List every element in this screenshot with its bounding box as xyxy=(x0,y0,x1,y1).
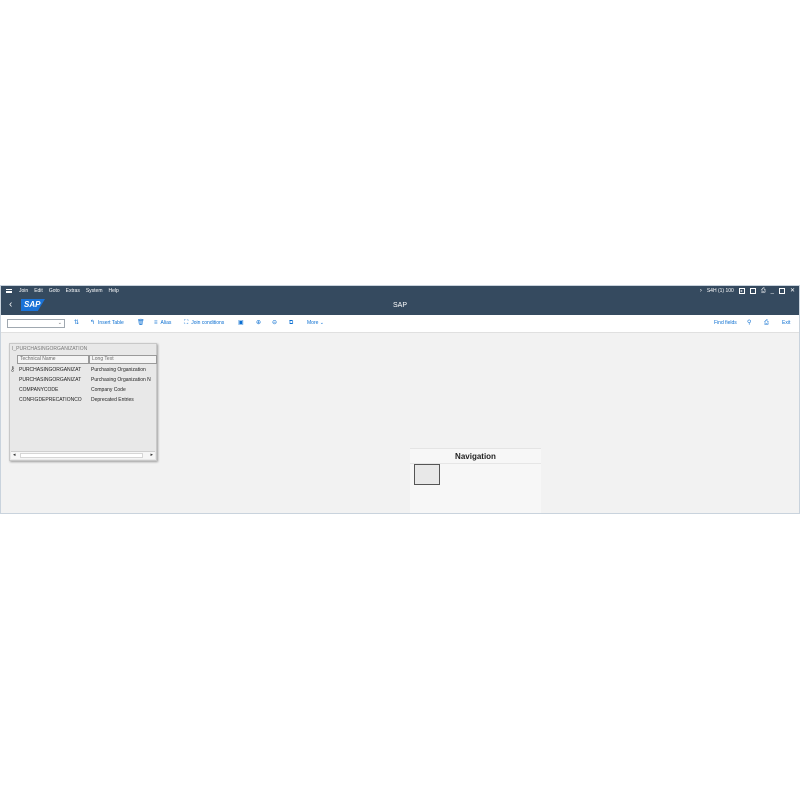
table-row[interactable]: CONFIGDEPRECATIONCO Deprecated Entries xyxy=(17,395,157,405)
menu-system[interactable]: System xyxy=(86,286,103,296)
navigation-viewport[interactable] xyxy=(414,464,440,485)
menu-goto[interactable]: Goto xyxy=(49,286,60,296)
technical-name-cell: PURCHASINGORGANIZAT xyxy=(19,367,82,373)
long-text-cell: Purchasing Organization N xyxy=(91,377,151,383)
table-card[interactable]: I_PURCHASINGORGANIZATION Technical Name … xyxy=(9,343,157,461)
shell-bar: ‹ SAP SAP xyxy=(1,296,799,315)
navigation-panel: Navigation xyxy=(410,448,541,513)
horizontal-scrollbar[interactable]: ◂ ▸ xyxy=(11,451,155,459)
long-text-cell: Company Code xyxy=(91,387,126,393)
application-toolbar: ⌄ ⇅ ↰ Insert Table 🗑 ≡ Alias ⛶ Join conditi… xyxy=(1,315,799,333)
shell-title: SAP xyxy=(392,302,407,309)
hamburger-menu-icon[interactable] xyxy=(6,289,12,293)
session-info: S4H (1) 100 xyxy=(706,288,734,294)
scroll-right-icon[interactable]: ▸ xyxy=(150,452,153,459)
scrollbar-thumb[interactable] xyxy=(20,453,143,458)
key-icon: ⚷ xyxy=(10,366,16,373)
long-text-cell: Purchasing Organization xyxy=(91,367,146,373)
technical-name-cell: CONFIGDEPRECATIONCO xyxy=(19,397,82,403)
close-icon[interactable]: ✕ xyxy=(790,286,795,296)
document-icon[interactable] xyxy=(749,288,756,294)
zoom-out-icon[interactable]: ⊖ xyxy=(272,315,280,332)
alias-icon: ≡ xyxy=(154,320,158,326)
join-conditions-button[interactable]: ⛶ Join conditions xyxy=(184,315,224,332)
table-row[interactable]: PURCHASINGORGANIZAT Purchasing Organizat… xyxy=(17,365,157,375)
technical-name-cell: PURCHASINGORGANIZAT xyxy=(19,377,82,383)
column-header-long-text: Long Text xyxy=(89,355,157,364)
print-preview-icon[interactable]: ⎙ xyxy=(764,315,772,332)
zoom-in-icon[interactable]: ⊕ xyxy=(256,315,264,332)
insert-table-button[interactable]: ↰ Insert Table xyxy=(90,315,124,332)
alias-button[interactable]: ≡ Alias xyxy=(154,315,171,332)
join-icon: ⛶ xyxy=(184,320,189,326)
delete-icon[interactable]: 🗑 xyxy=(137,315,148,332)
sap-window: Join Edit Goto Extras System Help › S4H … xyxy=(0,285,800,514)
long-text-cell: Deprecated Entries xyxy=(91,397,134,403)
chevron-down-icon: ⌄ xyxy=(57,320,62,326)
table-row[interactable]: PURCHASINGORGANIZAT Purchasing Organizat… xyxy=(17,375,157,385)
fit-to-screen-icon[interactable]: ▣ xyxy=(238,315,247,332)
table-header: Technical Name Long Text xyxy=(17,355,157,364)
command-field-dropdown[interactable]: ⌄ xyxy=(7,319,65,328)
scroll-left-icon[interactable]: ◂ xyxy=(13,452,16,459)
menu-extras[interactable]: Extras xyxy=(66,286,80,296)
menu-join[interactable]: Join xyxy=(19,286,28,296)
insert-table-icon: ↰ xyxy=(90,320,96,326)
menu-bar: Join Edit Goto Extras System Help › S4H … xyxy=(1,286,799,296)
table-row[interactable]: COMPANYCODE Company Code xyxy=(17,385,157,395)
technical-name-cell: COMPANYCODE xyxy=(19,387,59,393)
find-fields-button[interactable]: Find fields xyxy=(714,315,737,332)
column-header-technical-name: Technical Name xyxy=(17,355,89,364)
field-list: PURCHASINGORGANIZAT Purchasing Organizat… xyxy=(17,365,157,405)
overview-icon[interactable]: ⧉ xyxy=(289,315,296,332)
restore-icon[interactable] xyxy=(778,288,785,294)
chevron-right-icon[interactable]: › xyxy=(700,286,702,296)
print-icon[interactable]: ⎙ xyxy=(761,286,766,296)
menu-edit[interactable]: Edit xyxy=(34,286,43,296)
menu-help[interactable]: Help xyxy=(109,286,119,296)
minimize-icon[interactable]: _ xyxy=(771,286,774,296)
search-icon[interactable]: ⚲ xyxy=(747,315,754,332)
chevron-down-icon: ⌄ xyxy=(319,320,324,326)
layout-icon[interactable]: ⇅ xyxy=(74,315,82,332)
play-icon[interactable]: ▸ xyxy=(738,288,745,294)
navigation-title: Navigation xyxy=(455,452,496,461)
exit-button[interactable]: Exit xyxy=(782,315,790,332)
more-button[interactable]: More ⌄ xyxy=(307,315,324,332)
table-name: I_PURCHASINGORGANIZATION xyxy=(12,346,88,352)
